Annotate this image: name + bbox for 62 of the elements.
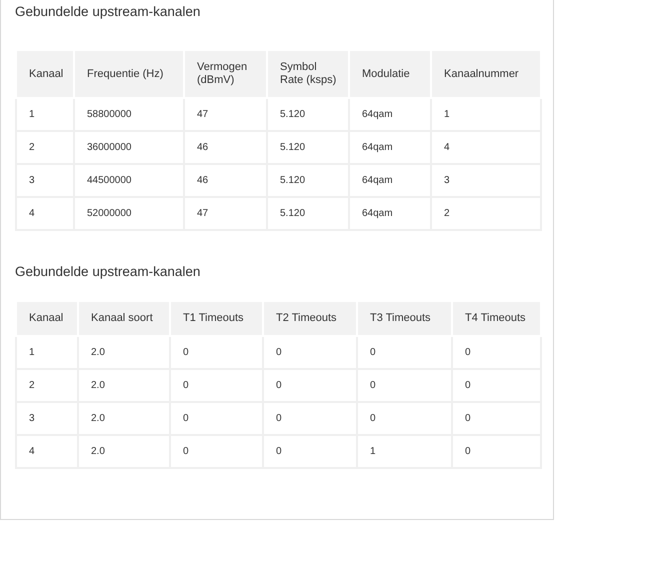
table-cell: 2.0 — [78, 336, 170, 369]
table-cell: 47 — [184, 98, 267, 131]
table-cell: 0 — [452, 402, 541, 435]
table-cell: 3 — [16, 164, 74, 197]
table-cell: 5.120 — [267, 197, 349, 230]
table-cell: 36000000 — [74, 131, 184, 164]
table-cell: 0 — [263, 402, 357, 435]
table-cell: 2.0 — [78, 435, 170, 468]
table-cell: 1 — [16, 336, 78, 369]
table-cell: 64qam — [349, 164, 431, 197]
table-cell: 0 — [263, 369, 357, 402]
table-cell: 0 — [357, 336, 452, 369]
table-cell: 52000000 — [74, 197, 184, 230]
table-cell: 44500000 — [74, 164, 184, 197]
table-cell: 4 — [431, 131, 541, 164]
table-cell: 64qam — [349, 98, 431, 131]
table-cell: 0 — [263, 435, 357, 468]
table-cell: 3 — [431, 164, 541, 197]
table-cell: 4 — [16, 435, 78, 468]
table-cell: 46 — [184, 164, 267, 197]
table-cell: 64qam — [349, 131, 431, 164]
table-cell: 1 — [431, 98, 541, 131]
table-cell: 0 — [452, 435, 541, 468]
column-header: Kanaal — [16, 50, 74, 98]
table-cell: 2 — [16, 131, 74, 164]
column-header: Vermogen (dBmV) — [184, 50, 267, 98]
column-header: Kanaal — [16, 301, 78, 336]
column-header: Kanaal soort — [78, 301, 170, 336]
table-cell: 1 — [16, 98, 74, 131]
table-cell: 2 — [431, 197, 541, 230]
table-cell: 0 — [170, 336, 263, 369]
column-header: T3 Timeouts — [357, 301, 452, 336]
table-cell: 1 — [357, 435, 452, 468]
section-title: Gebundelde upstream-kanalen — [15, 3, 202, 21]
table-cell: 5.120 — [267, 131, 349, 164]
table-cell: 3 — [16, 402, 78, 435]
table-cell: 0 — [170, 435, 263, 468]
column-header: Modulatie — [349, 50, 431, 98]
table-cell: 0 — [452, 336, 541, 369]
table-cell: 2 — [16, 369, 78, 402]
table-cell: 4 — [16, 197, 74, 230]
table-cell: 0 — [170, 402, 263, 435]
column-header: T1 Timeouts — [170, 301, 263, 336]
section-title: Gebundelde upstream-kanalen — [15, 263, 202, 281]
column-header: Frequentie (Hz) — [74, 50, 184, 98]
table-cell: 5.120 — [267, 98, 349, 131]
column-header: T2 Timeouts — [263, 301, 357, 336]
table-cell: 0 — [357, 402, 452, 435]
column-header: Kanaalnummer — [431, 50, 541, 98]
table-cell: 0 — [357, 369, 452, 402]
table-cell: 5.120 — [267, 164, 349, 197]
table-cell: 58800000 — [74, 98, 184, 131]
column-header: T4 Timeouts — [452, 301, 541, 336]
table-cell: 64qam — [349, 197, 431, 230]
column-header: Symbol Rate (ksps) — [267, 50, 349, 98]
table-cell: 46 — [184, 131, 267, 164]
table-cell: 0 — [452, 369, 541, 402]
table-cell: 0 — [263, 336, 357, 369]
table-cell: 0 — [170, 369, 263, 402]
table-cell: 47 — [184, 197, 267, 230]
table-cell: 2.0 — [78, 369, 170, 402]
table-cell: 2.0 — [78, 402, 170, 435]
